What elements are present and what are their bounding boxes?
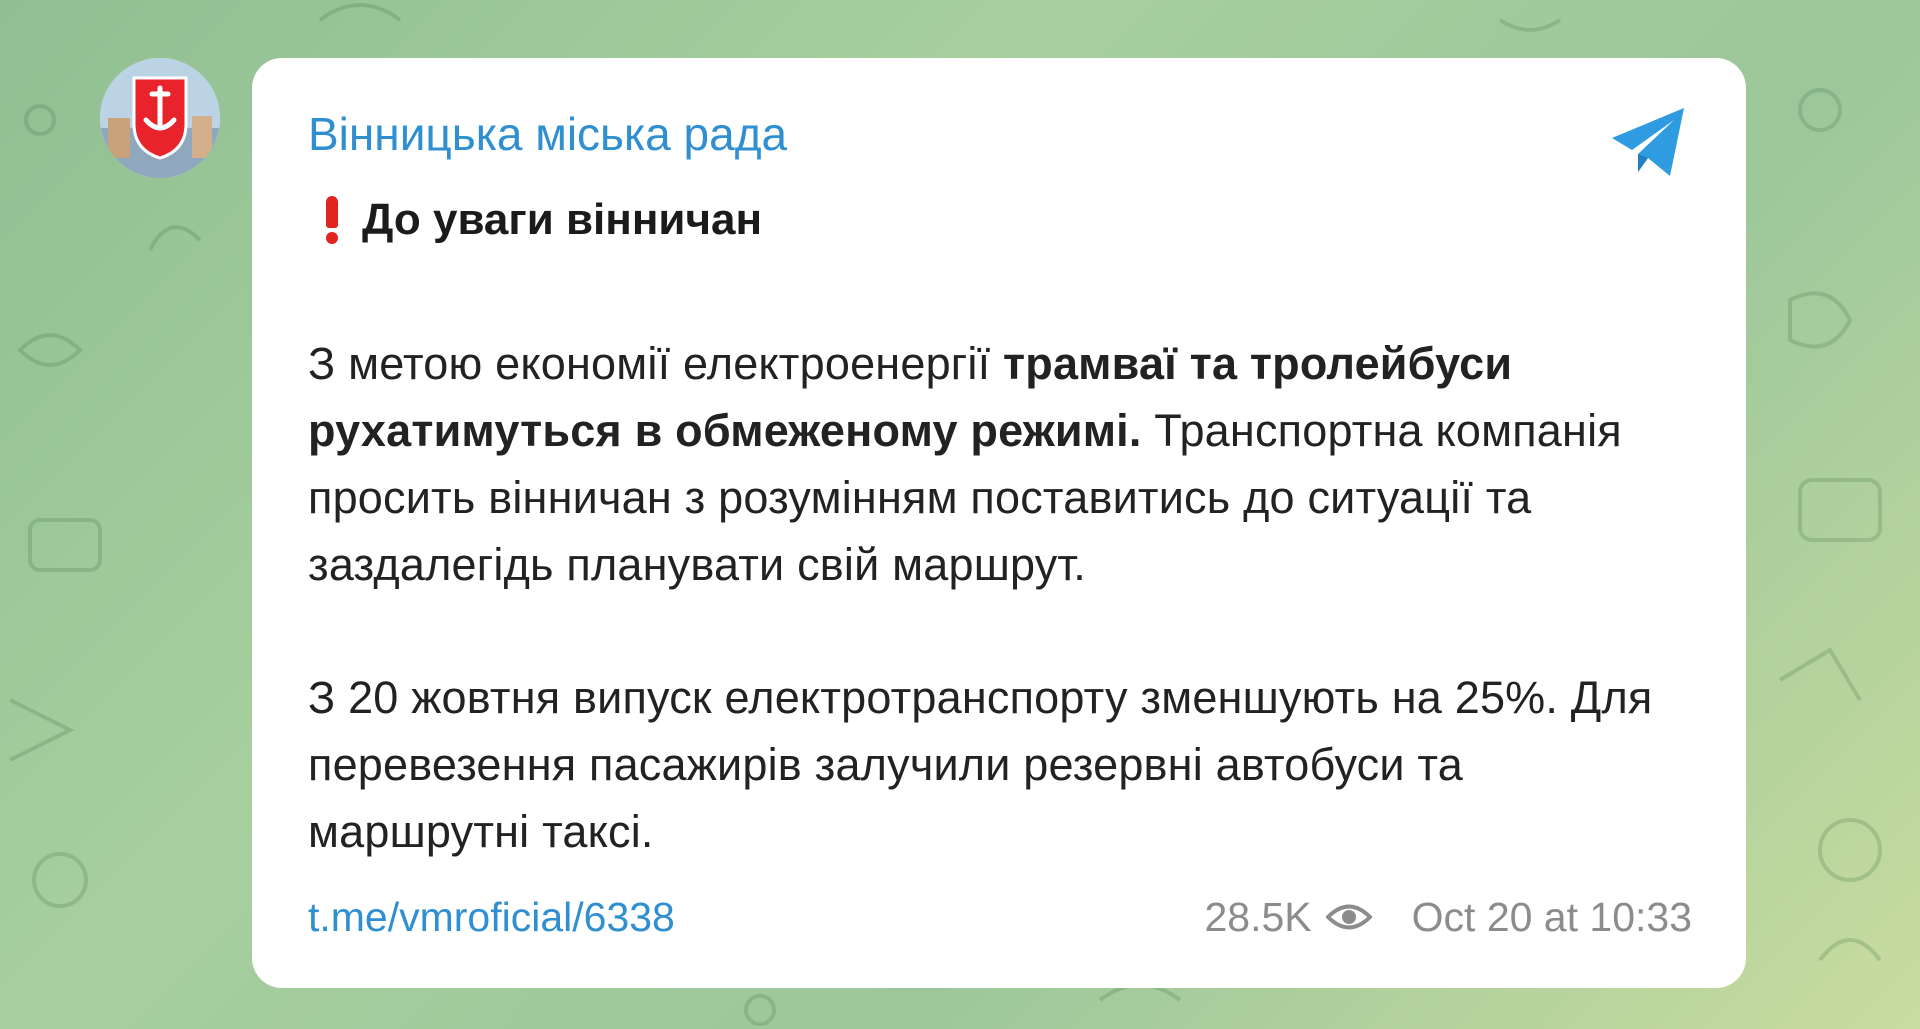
post-heading-text: До уваги вінничан: [362, 195, 763, 244]
channel-name-link[interactable]: Вінницька міська рада: [308, 106, 1690, 162]
eye-icon: [1325, 904, 1372, 930]
channel-avatar[interactable]: [100, 58, 220, 178]
post-paragraph-1: З метою економії електроенергії трамваї …: [308, 330, 1690, 598]
post-footer: t.me/vmroficial/6338 28.5K Oct 20 at 10:…: [308, 892, 1692, 942]
post-link[interactable]: t.me/vmroficial/6338: [308, 892, 675, 942]
telegram-icon[interactable]: [1604, 96, 1694, 186]
message-card: Вінницька міська рада До уваги вінничан …: [252, 58, 1746, 988]
city-coat-of-arms-icon: [100, 58, 220, 178]
paragraph-1-text: З метою економії електроенергії: [308, 338, 1004, 389]
red-exclamation-icon: [320, 196, 344, 244]
post-date: Oct 20 at 10:33: [1411, 894, 1692, 940]
post-paragraph-2: З 20 жовтня випуск електротранспорту зме…: [308, 672, 1653, 857]
view-count: 28.5K: [1204, 894, 1312, 940]
post-meta: 28.5K Oct 20 at 10:33: [1204, 892, 1692, 942]
post-heading: До уваги вінничан: [308, 192, 1690, 248]
